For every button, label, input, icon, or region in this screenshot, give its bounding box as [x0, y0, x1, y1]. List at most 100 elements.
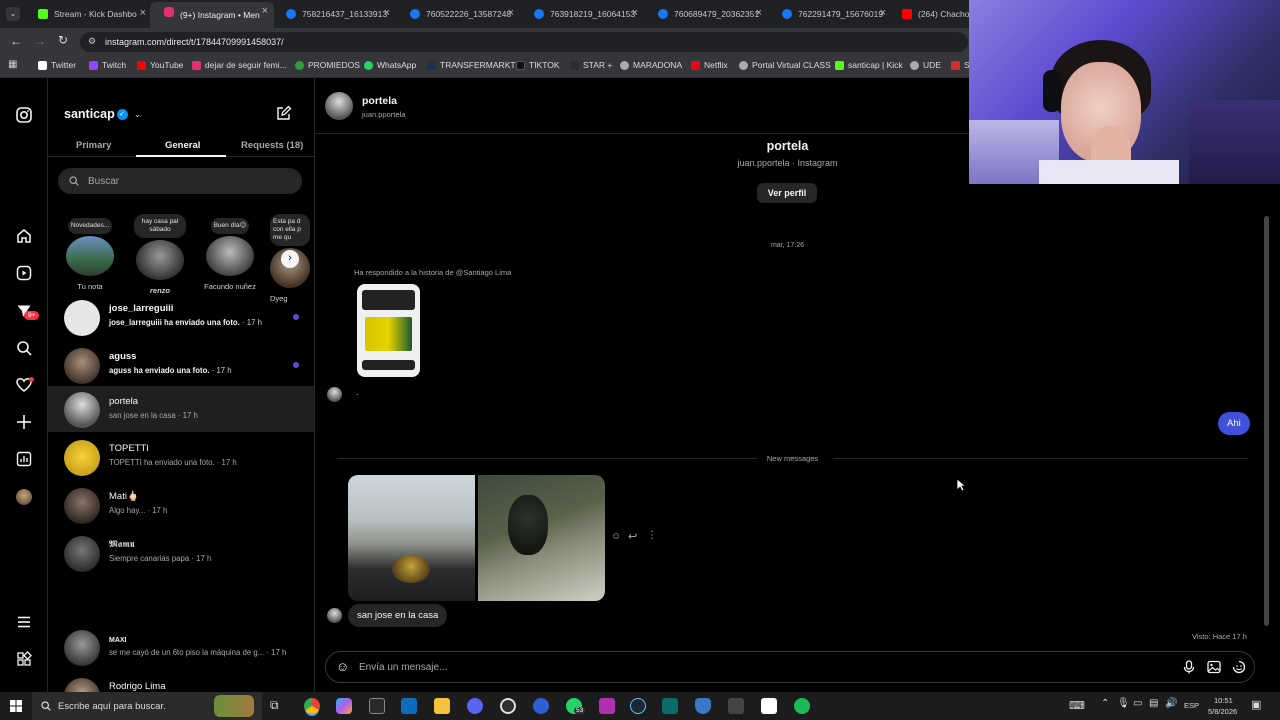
- tab-facebook-3[interactable]: 763918219_16064153 ×: [520, 4, 644, 24]
- mail-icon[interactable]: [401, 698, 417, 714]
- bookmark-promiedos[interactable]: PROMIEDOS: [295, 60, 360, 70]
- steam-icon[interactable]: [630, 698, 646, 714]
- also-from-meta-icon[interactable]: [16, 651, 32, 667]
- tab-menu-button[interactable]: ⌄: [6, 7, 20, 21]
- dashboard-icon[interactable]: [16, 451, 32, 467]
- taskbar-search[interactable]: Escribe aquí para buscar.: [32, 692, 262, 720]
- sticker-icon[interactable]: [1232, 660, 1246, 674]
- compose-icon[interactable]: [276, 105, 292, 121]
- react-emoji-icon[interactable]: ☺: [611, 531, 621, 542]
- conversation-item[interactable]: MAXI se me cayó de un 6to piso la máquin…: [48, 624, 314, 672]
- note-item[interactable]: Novedades... Tu nota: [64, 214, 116, 291]
- search-box[interactable]: Buscar: [58, 168, 302, 194]
- message-composer[interactable]: ☺ Envía un mensaje...: [325, 651, 1255, 683]
- onenote-icon[interactable]: [599, 698, 615, 714]
- bookmark-maradona[interactable]: MARADONA: [620, 60, 682, 70]
- home-icon[interactable]: [16, 228, 32, 244]
- bookmark-dejar[interactable]: dejar de seguir femi...: [192, 60, 287, 70]
- volume-icon[interactable]: 🔊: [1165, 698, 1177, 709]
- task-view-icon[interactable]: ⧉: [270, 698, 279, 713]
- spotify-icon[interactable]: [794, 698, 810, 714]
- app-gray-icon[interactable]: [728, 698, 744, 714]
- tray-chevron-icon[interactable]: ⌃: [1101, 698, 1109, 709]
- bookmark-twitch[interactable]: Twitch: [89, 60, 126, 70]
- image-icon[interactable]: [1207, 660, 1221, 674]
- clock-time[interactable]: 10:51: [1214, 696, 1233, 705]
- reels-icon[interactable]: [16, 265, 32, 281]
- notes-next-button[interactable]: ›: [281, 250, 299, 268]
- app-blue-icon[interactable]: [533, 698, 549, 714]
- bookmark-transfermarkt[interactable]: TRANSFERMARKT: [427, 60, 516, 70]
- windows-start-icon[interactable]: [10, 700, 22, 712]
- conversation-item[interactable]: aguss aguss ha enviado una foto. · 17 h: [48, 342, 314, 390]
- photo-message-desk[interactable]: [478, 475, 605, 601]
- bookmark-youtube[interactable]: YouTube: [137, 60, 183, 70]
- sender-avatar[interactable]: [327, 387, 342, 402]
- copilot-icon[interactable]: [336, 698, 352, 714]
- battery-icon[interactable]: ▭: [1133, 698, 1142, 709]
- tab-general[interactable]: General: [165, 140, 200, 151]
- tab-facebook-1[interactable]: 758216437_16133913 ×: [272, 4, 396, 24]
- story-preview-image[interactable]: [357, 284, 420, 377]
- conversation-item[interactable]: TOPETTI TOPETTI ha enviado una foto. · 1…: [48, 434, 314, 482]
- conversation-item[interactable]: 𝕸𝖆𝖒𝖚 Siempre canarias papa · 17 h: [48, 530, 314, 578]
- tab-kick[interactable]: Stream - Kick Dashbo ×: [24, 4, 152, 24]
- conversation-item-selected[interactable]: portela san jose en la casa · 17 h: [48, 386, 314, 432]
- bookmark-tiktok[interactable]: TIKTOK: [516, 60, 560, 70]
- close-icon[interactable]: ×: [384, 7, 390, 19]
- header-name[interactable]: portela: [362, 95, 397, 107]
- reload-icon[interactable]: ↻: [58, 33, 68, 47]
- conversation-item[interactable]: Mati🖕🏻 Algo hay... · 17 h: [48, 482, 314, 530]
- apps-grid-icon[interactable]: ▦: [8, 59, 17, 70]
- scrollbar-thumb[interactable]: [1264, 216, 1269, 626]
- scrollbar-track[interactable]: [1263, 216, 1271, 636]
- tab-facebook-5[interactable]: 762291479_15676019 ×: [768, 4, 892, 24]
- capcut-icon[interactable]: [761, 698, 777, 714]
- keyboard-icon[interactable]: ⌨: [1069, 699, 1085, 712]
- mic-tray-icon[interactable]: 🎙: [1117, 698, 1130, 709]
- close-icon[interactable]: ×: [140, 7, 146, 19]
- file-explorer-icon[interactable]: [434, 698, 450, 714]
- note-item[interactable]: Buen día😉 Facundo nuñez: [204, 214, 256, 291]
- more-menu-icon[interactable]: [16, 614, 32, 630]
- instagram-logo-icon[interactable]: [16, 107, 32, 123]
- search-icon[interactable]: [16, 340, 32, 356]
- close-icon[interactable]: ×: [880, 7, 886, 19]
- sender-avatar[interactable]: [327, 608, 342, 623]
- create-plus-icon[interactable]: [16, 414, 32, 430]
- tab-instagram[interactable]: (9+) Instagram • Men ×: [150, 2, 274, 28]
- close-icon[interactable]: ×: [756, 7, 762, 19]
- bookmark-kick[interactable]: santicap | Kick: [835, 60, 903, 70]
- notification-icon[interactable]: ▣: [1251, 698, 1261, 711]
- close-icon[interactable]: ×: [632, 7, 638, 19]
- emoji-icon[interactable]: ☺: [336, 659, 349, 674]
- language-indicator[interactable]: ESP: [1184, 701, 1199, 710]
- photo-message-road[interactable]: [348, 475, 475, 601]
- bookmark-twitter[interactable]: Twitter: [38, 60, 76, 70]
- back-icon[interactable]: ←: [10, 34, 22, 48]
- url-field[interactable]: ⚙ instagram.com/direct/t/178447099914580…: [80, 32, 968, 52]
- account-switcher[interactable]: santicap ✓ ⌄: [64, 107, 141, 121]
- close-icon[interactable]: ×: [508, 7, 514, 19]
- bookmark-netflix[interactable]: Netflix: [691, 60, 728, 70]
- header-avatar[interactable]: [325, 92, 353, 120]
- sent-message-bubble[interactable]: Ahi: [1218, 412, 1250, 435]
- reply-icon[interactable]: ↩: [628, 530, 637, 543]
- tab-requests[interactable]: Requests (18): [241, 140, 303, 151]
- bookmark-whatsapp[interactable]: WhatsApp: [364, 60, 416, 70]
- bookmark-star[interactable]: STAR +: [570, 60, 612, 70]
- bookmark-ude[interactable]: UDE: [910, 60, 941, 70]
- profile-avatar[interactable]: [16, 489, 32, 505]
- discord-icon[interactable]: [467, 698, 483, 714]
- more-options-icon[interactable]: ⋮: [647, 530, 657, 541]
- close-icon[interactable]: ×: [262, 5, 268, 17]
- conversation-item[interactable]: Rodrigo Lima: [48, 672, 314, 692]
- note-item[interactable]: hay casa pal sábado renzo: [134, 214, 186, 295]
- tab-facebook-4[interactable]: 760689479_20362351 ×: [644, 4, 768, 24]
- bookmark-s[interactable]: S: [951, 60, 970, 70]
- view-profile-button[interactable]: Ver perfil: [757, 183, 817, 203]
- bookmark-portal[interactable]: Portal Virtual CLASS: [739, 60, 831, 70]
- conversation-item[interactable]: jose_larreguiii jose_larreguiii ha envia…: [48, 294, 314, 342]
- tab-facebook-2[interactable]: 760522226_13587248 ×: [396, 4, 520, 24]
- shield-icon[interactable]: [695, 698, 711, 714]
